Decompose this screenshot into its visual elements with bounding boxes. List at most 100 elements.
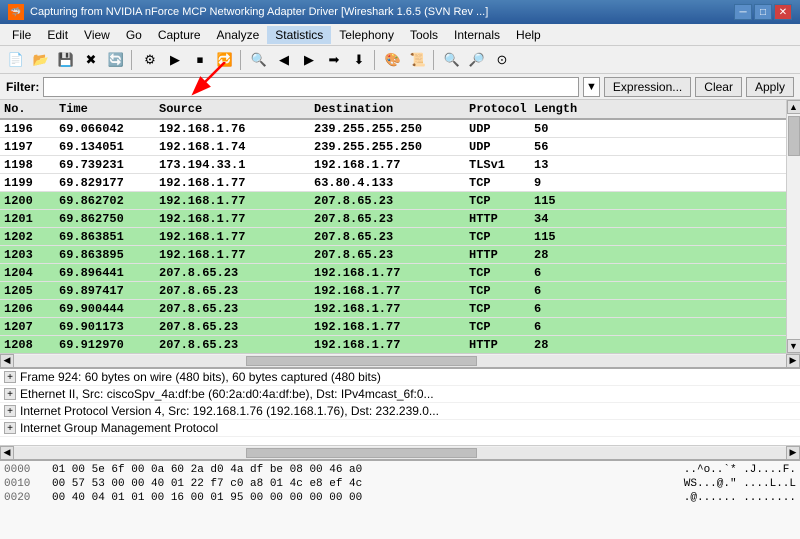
- table-row[interactable]: 119669.066042192.168.1.76239.255.255.250…: [0, 120, 786, 138]
- row-cell: 207.8.65.23: [155, 302, 310, 316]
- toolbar: 📄 📂 💾 ✖ 🔄 ⚙ ▶ ⏹ 🔁 🔍 ◀ ▶ ➡ ⬇ 🎨 📜 🔍 🔎 ⊙: [0, 46, 800, 74]
- table-row[interactable]: 119969.829177192.168.1.7763.80.4.133TCP9: [0, 174, 786, 192]
- row-cell: 6: [530, 266, 585, 280]
- tb-start-btn[interactable]: ▶: [163, 49, 187, 71]
- table-row[interactable]: 120369.863895192.168.1.77207.8.65.23HTTP…: [0, 246, 786, 264]
- row-cell: 1206: [0, 302, 55, 316]
- filter-dropdown-btn[interactable]: ▼: [583, 77, 600, 97]
- menu-telephony[interactable]: Telephony: [331, 26, 402, 44]
- expand-ethernet-icon[interactable]: +: [4, 388, 16, 400]
- packet-rows: 119669.066042192.168.1.76239.255.255.250…: [0, 120, 786, 353]
- menu-edit[interactable]: Edit: [39, 26, 76, 44]
- row-cell: 69.739231: [55, 158, 155, 172]
- close-button[interactable]: ✕: [774, 4, 792, 20]
- row-cell: 192.168.1.77: [310, 266, 465, 280]
- tb-close-btn[interactable]: ✖: [79, 49, 103, 71]
- table-row[interactable]: 120269.863851192.168.1.77207.8.65.23TCP1…: [0, 228, 786, 246]
- detail-row-frame[interactable]: + Frame 924: 60 bytes on wire (480 bits)…: [0, 369, 800, 386]
- hex-ascii-0020: .@...... ........: [684, 492, 796, 504]
- row-cell: TCP: [465, 284, 530, 298]
- vertical-scrollbar[interactable]: ▲ ▼: [786, 100, 800, 353]
- packet-scroll-thumb[interactable]: [246, 356, 478, 366]
- table-row[interactable]: 120769.901173207.8.65.23192.168.1.77TCP6: [0, 318, 786, 336]
- maximize-button[interactable]: □: [754, 4, 772, 20]
- expression-btn[interactable]: Expression...: [604, 77, 691, 97]
- packet-h-scrollbar[interactable]: ◀ ▶: [0, 353, 800, 367]
- menu-go[interactable]: Go: [118, 26, 150, 44]
- tb-separator-3: [374, 50, 378, 70]
- col-header-source[interactable]: Source: [155, 102, 310, 116]
- expand-ip-icon[interactable]: +: [4, 405, 16, 417]
- tb-goto-btn[interactable]: ➡: [322, 49, 346, 71]
- row-cell: 192.168.1.77: [310, 302, 465, 316]
- row-cell: 115: [530, 230, 585, 244]
- packet-scroll-right-btn[interactable]: ▶: [786, 354, 800, 368]
- table-row[interactable]: 120169.862750192.168.1.77207.8.65.23HTTP…: [0, 210, 786, 228]
- scroll-down-btn[interactable]: ▼: [787, 339, 800, 353]
- detail-row-ip[interactable]: + Internet Protocol Version 4, Src: 192.…: [0, 403, 800, 420]
- col-header-destination[interactable]: Destination: [310, 102, 465, 116]
- table-row[interactable]: 120869.912970207.8.65.23192.168.1.77HTTP…: [0, 336, 786, 353]
- tb-down-btn[interactable]: ⬇: [347, 49, 371, 71]
- scroll-up-btn[interactable]: ▲: [787, 100, 800, 114]
- row-cell: 1198: [0, 158, 55, 172]
- tb-find-btn[interactable]: 🔍: [247, 49, 271, 71]
- row-cell: 173.194.33.1: [155, 158, 310, 172]
- row-cell: 69.896441: [55, 266, 155, 280]
- tb-new-btn[interactable]: 📄: [4, 49, 28, 71]
- row-cell: 192.168.1.77: [310, 320, 465, 334]
- detail-row-igmp[interactable]: + Internet Group Management Protocol: [0, 420, 800, 437]
- menu-capture[interactable]: Capture: [150, 26, 209, 44]
- tb-autoscroll-btn[interactable]: 📜: [406, 49, 430, 71]
- menubar: File Edit View Go Capture Analyze Statis…: [0, 24, 800, 46]
- table-row[interactable]: 119869.739231173.194.33.1192.168.1.77TLS…: [0, 156, 786, 174]
- table-row[interactable]: 120069.862702192.168.1.77207.8.65.23TCP1…: [0, 192, 786, 210]
- row-cell: 1203: [0, 248, 55, 262]
- table-row[interactable]: 120569.897417207.8.65.23192.168.1.77TCP6: [0, 282, 786, 300]
- detail-scroll-right-btn[interactable]: ▶: [786, 446, 800, 460]
- packet-scroll-left-btn[interactable]: ◀: [0, 354, 14, 368]
- menu-tools[interactable]: Tools: [402, 26, 446, 44]
- tb-zoom-in-btn[interactable]: 🔍: [440, 49, 464, 71]
- detail-h-scrollbar[interactable]: ◀ ▶: [0, 445, 800, 459]
- tb-zoom-out-btn[interactable]: 🔎: [465, 49, 489, 71]
- row-cell: 1202: [0, 230, 55, 244]
- apply-btn[interactable]: Apply: [746, 77, 794, 97]
- tb-zoom-normal-btn[interactable]: ⊙: [490, 49, 514, 71]
- scroll-thumb[interactable]: [788, 116, 800, 156]
- menu-statistics[interactable]: Statistics: [267, 26, 331, 44]
- menu-internals[interactable]: Internals: [446, 26, 508, 44]
- menu-view[interactable]: View: [76, 26, 118, 44]
- tb-stop-btn[interactable]: ⏹: [188, 49, 212, 71]
- tb-reload-btn[interactable]: 🔄: [104, 49, 128, 71]
- tb-restart-btn[interactable]: 🔁: [213, 49, 237, 71]
- hex-row-0000: 0000 01 00 5e 6f 00 0a 60 2a d0 4a df be…: [4, 463, 796, 477]
- tb-separator-4: [433, 50, 437, 70]
- table-row[interactable]: 120469.896441207.8.65.23192.168.1.77TCP6: [0, 264, 786, 282]
- tb-back-btn[interactable]: ◀: [272, 49, 296, 71]
- tb-save-btn[interactable]: 💾: [54, 49, 78, 71]
- filter-input[interactable]: [43, 77, 579, 97]
- table-row[interactable]: 119769.134051192.168.1.74239.255.255.250…: [0, 138, 786, 156]
- expand-frame-icon[interactable]: +: [4, 371, 16, 383]
- tb-open-btn[interactable]: 📂: [29, 49, 53, 71]
- minimize-button[interactable]: ─: [734, 4, 752, 20]
- col-header-protocol[interactable]: Protocol: [465, 102, 530, 116]
- col-header-length[interactable]: Length: [530, 102, 585, 116]
- clear-btn[interactable]: Clear: [695, 77, 742, 97]
- menu-file[interactable]: File: [4, 26, 39, 44]
- col-header-time[interactable]: Time: [55, 102, 155, 116]
- col-header-no[interactable]: No.: [0, 102, 55, 116]
- expand-igmp-icon[interactable]: +: [4, 422, 16, 434]
- menu-help[interactable]: Help: [508, 26, 549, 44]
- menu-analyze[interactable]: Analyze: [209, 26, 268, 44]
- tb-capture-opts-btn[interactable]: ⚙: [138, 49, 162, 71]
- detail-scroll-thumb[interactable]: [246, 448, 478, 458]
- table-row[interactable]: 120669.900444207.8.65.23192.168.1.77TCP6: [0, 300, 786, 318]
- detail-scroll-left-btn[interactable]: ◀: [0, 446, 14, 460]
- row-cell: 192.168.1.77: [310, 158, 465, 172]
- tb-forward-btn[interactable]: ▶: [297, 49, 321, 71]
- detail-row-ethernet[interactable]: + Ethernet II, Src: ciscoSpv_4a:df:be (6…: [0, 386, 800, 403]
- tb-colorize-btn[interactable]: 🎨: [381, 49, 405, 71]
- window-title: Capturing from NVIDIA nForce MCP Network…: [30, 6, 488, 18]
